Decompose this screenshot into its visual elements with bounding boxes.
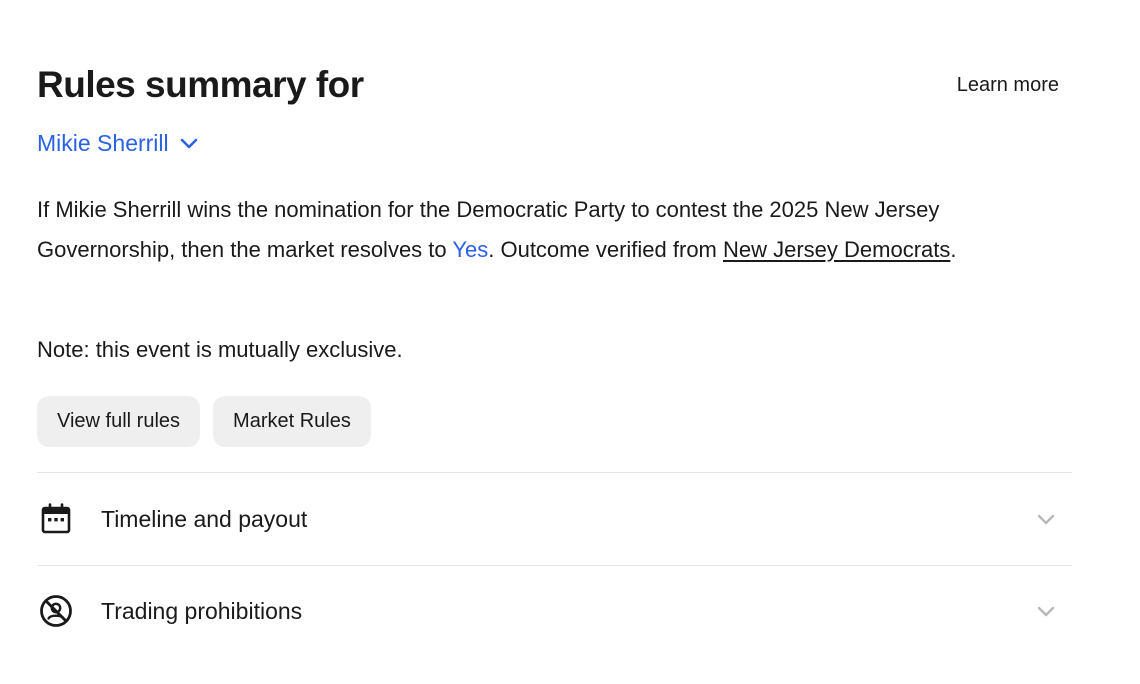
description-text-suffix: . [950, 236, 957, 262]
page-title: Rules summary for [37, 64, 364, 105]
divider [37, 472, 1072, 473]
chevron-down-icon [1037, 606, 1055, 617]
outcome-value: Yes [452, 236, 489, 262]
prohibited-icon [37, 592, 75, 630]
market-rules-button[interactable]: Market Rules [213, 396, 371, 447]
rules-buttons: View full rules Market Rules [37, 396, 371, 447]
description-text-middle: . Outcome verified from [488, 236, 723, 262]
rules-description: If Mikie Sherrill wins the nomination fo… [37, 190, 1077, 269]
divider [37, 565, 1072, 566]
accordion-trading-prohibitions[interactable]: Trading prohibitions [37, 581, 1072, 641]
chevron-down-icon [1037, 514, 1055, 525]
calendar-icon [37, 500, 75, 538]
accordion-timeline-and-payout[interactable]: Timeline and payout [37, 489, 1072, 549]
chevron-down-icon [180, 138, 197, 149]
rules-header: Rules summary for Learn more [37, 62, 1072, 112]
outcome-selector-label: Mikie Sherrill [37, 130, 169, 156]
view-full-rules-button[interactable]: View full rules [37, 396, 201, 447]
source-link[interactable]: New Jersey Democrats [723, 237, 950, 262]
section-label: Trading prohibitions [101, 598, 303, 624]
section-label: Timeline and payout [101, 506, 308, 532]
mutually-exclusive-note: Note: this event is mutually exclusive. [37, 337, 403, 362]
rules-summary-panel: Rules summary for Learn more Mikie Sherr… [0, 0, 1140, 684]
learn-more-link[interactable]: Learn more [957, 72, 1059, 98]
outcome-selector-dropdown[interactable]: Mikie Sherrill [37, 128, 199, 158]
